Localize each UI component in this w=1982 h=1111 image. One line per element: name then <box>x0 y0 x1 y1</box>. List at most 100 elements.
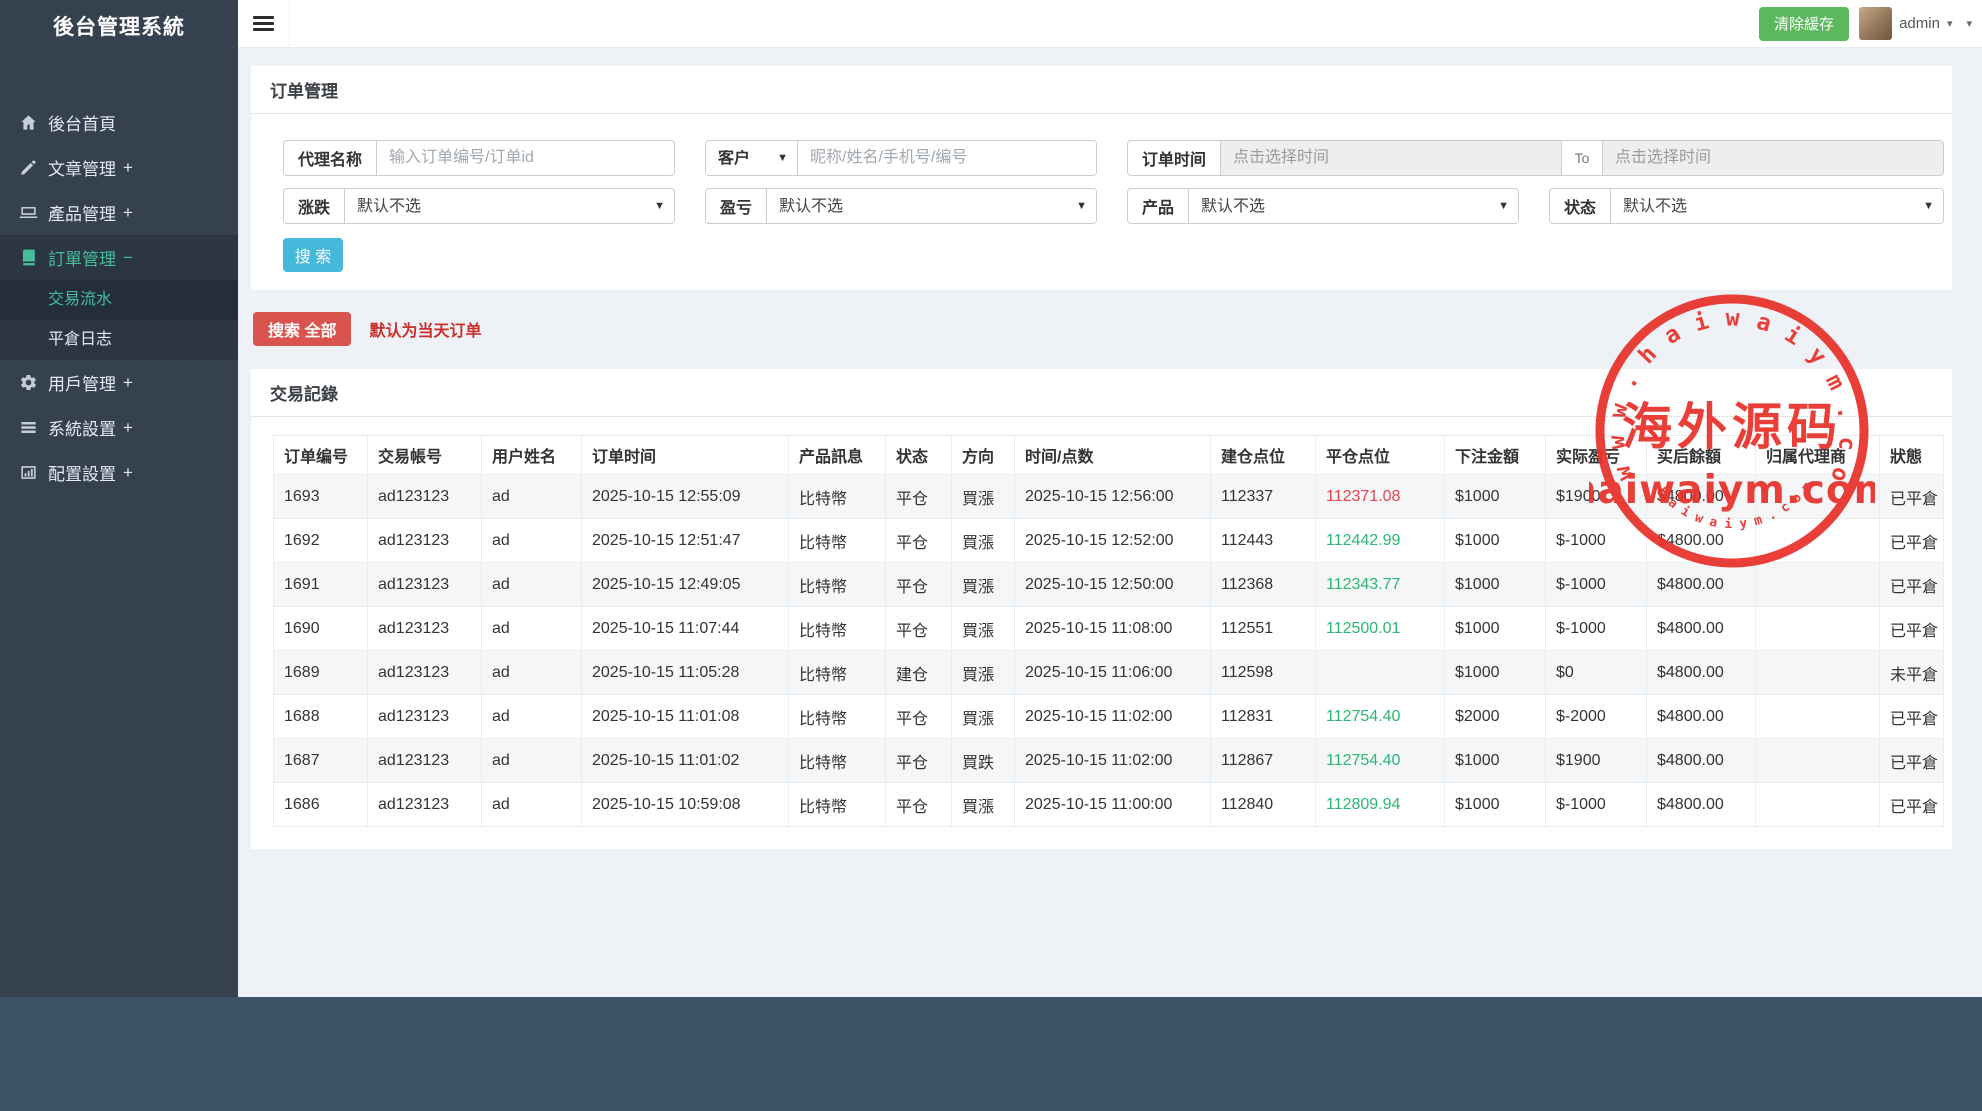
sidebar-item[interactable]: 訂單管理 − <box>0 235 238 280</box>
order-time-label: 订单时间 <box>1128 141 1222 175</box>
column-header: 狀態 <box>1879 435 1944 475</box>
order-time-start-input[interactable] <box>1221 141 1562 175</box>
table-row: 1693 ad123123 ad 2025-10-15 12:55:09 比特幣 平仓 買漲… <box>273 474 1944 519</box>
gears-icon <box>19 373 39 393</box>
main-content: 订单管理 代理名称 客户 ▼ 订单时间 <box>238 48 1982 997</box>
table-cell: $4800.00 <box>1646 782 1756 827</box>
search-all-button[interactable]: 搜索 全部 <box>253 312 352 346</box>
table-cell: ad123123 <box>367 606 482 651</box>
sidebar-subitem[interactable]: 平倉日志 <box>0 320 238 360</box>
table-cell: ad123123 <box>367 562 482 607</box>
table-cell: 已平倉 <box>1879 606 1944 651</box>
column-header: 下注金額 <box>1444 435 1546 475</box>
table-cell <box>1755 694 1880 739</box>
table-cell: 比特幣 <box>788 694 886 739</box>
table-cell: $-1000 <box>1545 562 1647 607</box>
table-cell: 比特幣 <box>788 474 886 519</box>
product-select[interactable]: 默认不选 <box>1189 189 1518 223</box>
pencil-icon <box>19 158 39 178</box>
sidebar-item-label: 後台首頁 <box>48 115 116 134</box>
table-cell: 平仓 <box>885 606 952 651</box>
table-row: 1687 ad123123 ad 2025-10-15 11:01:02 比特幣 平仓 買跌… <box>273 738 1944 783</box>
order-time-end-input[interactable] <box>1603 141 1943 175</box>
table-cell: 1688 <box>273 694 368 739</box>
sidebar-toggle-button[interactable] <box>238 0 290 47</box>
table-cell: 112754.40 <box>1315 738 1445 783</box>
profit-label: 盈亏 <box>706 189 768 223</box>
status-select[interactable]: 默认不选 <box>1611 189 1943 223</box>
table-cell: $1000 <box>1444 782 1546 827</box>
agent-label: 代理名称 <box>284 141 378 175</box>
table-cell: 已平倉 <box>1879 738 1944 783</box>
table-cell: 112809.94 <box>1315 782 1445 827</box>
table-cell: $-1000 <box>1545 782 1647 827</box>
table-cell: 1693 <box>273 474 368 519</box>
table-cell: 2025-10-15 11:02:00 <box>1014 738 1211 783</box>
table-cell: 平仓 <box>885 562 952 607</box>
table-cell: 平仓 <box>885 738 952 783</box>
order-time-separator: To <box>1561 141 1604 175</box>
status-label: 状态 <box>1550 189 1612 223</box>
table-cell: 112551 <box>1210 606 1316 651</box>
agent-input[interactable] <box>377 141 674 175</box>
sidebar-item[interactable]: 系統設置 + <box>0 405 238 450</box>
username: admin <box>1899 15 1940 32</box>
table-cell: 112831 <box>1210 694 1316 739</box>
sidebar-item[interactable]: 產品管理 + <box>0 190 238 235</box>
sidebar-item[interactable]: 後台首頁 <box>0 100 238 145</box>
sidebar-group: 訂單管理 − 交易流水 平倉日志 <box>0 235 238 360</box>
table-cell <box>1755 650 1880 695</box>
table-cell: $-2000 <box>1545 694 1647 739</box>
sidebar-group: 系統設置 + <box>0 405 238 450</box>
search-button[interactable]: 搜 索 <box>283 238 343 272</box>
sidebar-item[interactable]: 用戶管理 + <box>0 360 238 405</box>
customer-input[interactable] <box>798 141 1096 175</box>
chevron-down-icon[interactable]: ▾ <box>1966 17 1972 30</box>
sidebar-nav: 後台首頁 文章管理 + 產品管理 + 訂單管理 − 交易流水 平倉日志 用戶管理 + 系統設置 + 配置設… <box>0 100 238 495</box>
column-header: 用户姓名 <box>481 435 582 475</box>
table-cell: 112443 <box>1210 518 1316 563</box>
sidebar-item[interactable]: 文章管理 + <box>0 145 238 190</box>
sidebar-group: 文章管理 + <box>0 145 238 190</box>
customer-type-select[interactable]: 客户 <box>706 141 797 175</box>
updown-filter-group: 涨跌 默认不选 ▼ <box>283 188 675 224</box>
list-icon <box>19 418 39 438</box>
sidebar-item[interactable]: 配置設置 + <box>0 450 238 495</box>
table-cell: 2025-10-15 11:00:00 <box>1014 782 1211 827</box>
expand-indicator: + <box>123 417 133 437</box>
actions-row: 搜索 全部 默认为当天订单 <box>253 312 1952 346</box>
table-cell: 112368 <box>1210 562 1316 607</box>
table-cell: $4800.00 <box>1646 474 1756 519</box>
table-cell: 已平倉 <box>1879 474 1944 519</box>
user-menu[interactable]: admin ▾ <box>1859 7 1952 40</box>
sidebar-group: 用戶管理 + <box>0 360 238 405</box>
column-header: 归属代理商 <box>1755 435 1880 475</box>
table-cell: $1000 <box>1444 562 1546 607</box>
table-cell: 平仓 <box>885 782 952 827</box>
profit-select[interactable]: 默认不选 <box>767 189 1096 223</box>
table-cell: $1000 <box>1444 738 1546 783</box>
table-cell: 112598 <box>1210 650 1316 695</box>
sidebar-item-label: 系統設置 <box>48 420 116 439</box>
column-header: 订单编号 <box>273 435 368 475</box>
column-header: 状态 <box>885 435 952 475</box>
updown-select[interactable]: 默认不选 <box>345 189 674 223</box>
table-cell: 112500.01 <box>1315 606 1445 651</box>
sidebar-subitem[interactable]: 交易流水 <box>0 280 238 320</box>
updown-label: 涨跌 <box>284 189 346 223</box>
topbar: 清除緩存 admin ▾ ▾ <box>238 0 1982 48</box>
table-cell: ad <box>481 474 582 519</box>
table-cell: 112754.40 <box>1315 694 1445 739</box>
table-cell: 買漲 <box>951 782 1015 827</box>
column-header: 实际盈亏 <box>1545 435 1647 475</box>
clear-cache-button[interactable]: 清除緩存 <box>1759 6 1850 41</box>
table-cell: $4800.00 <box>1646 562 1756 607</box>
sidebar-item-label: 產品管理 <box>48 205 116 224</box>
table-cell: 2025-10-15 11:08:00 <box>1014 606 1211 651</box>
table-cell: 建仓 <box>885 650 952 695</box>
table-cell <box>1755 474 1880 519</box>
table-cell: 買漲 <box>951 606 1015 651</box>
table-cell: ad <box>481 694 582 739</box>
order-time-filter-group: 订单时间 To <box>1127 140 1944 176</box>
table-cell: 2025-10-15 10:59:08 <box>581 782 789 827</box>
